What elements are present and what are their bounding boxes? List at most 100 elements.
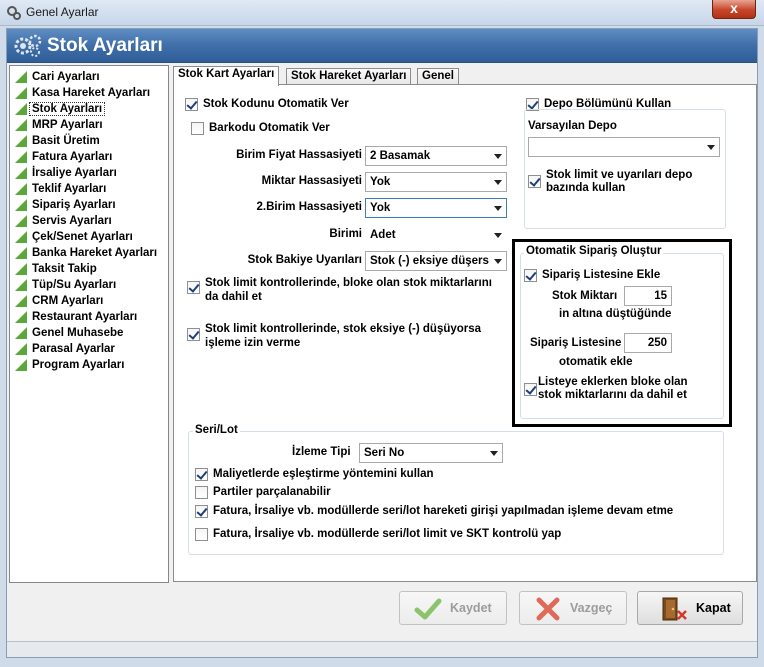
sidebar-item-parasal[interactable]: Parasal Ayarlar xyxy=(10,341,168,357)
split-batches-label: Partiler parçalanabilir xyxy=(213,486,331,498)
sidebar-item-restaurant[interactable]: Restaurant Ayarları xyxy=(10,309,168,325)
tab-stok-hareket[interactable]: Stok Hareket Ayarları xyxy=(286,68,412,85)
save-button[interactable]: Kaydet xyxy=(399,591,507,625)
chevron-down-icon xyxy=(494,259,502,264)
triangle-icon xyxy=(15,311,27,323)
auto-code-label: Stok Kodunu Otomatik Ver xyxy=(203,98,349,110)
auto-barcode-checkbox[interactable] xyxy=(191,122,204,135)
gears-app-icon xyxy=(7,6,21,20)
allow-negative-label: Stok limit kontrollerinde, stok eksiye (… xyxy=(205,323,482,349)
order-include-blocked-label: Listeye eklerken bloke olan stok miktarl… xyxy=(538,376,688,401)
sidebar-item-taksit-takip[interactable]: Taksit Takip xyxy=(10,261,168,277)
tab-genel[interactable]: Genel xyxy=(417,68,459,85)
triangle-icon xyxy=(15,247,27,259)
continue-without-entry-label: Fatura, İrsaliye vb. modüllerde seri/lot… xyxy=(213,505,674,517)
triangle-icon xyxy=(15,327,27,339)
sidebar-item-cari[interactable]: Cari Ayarları xyxy=(10,69,168,85)
chevron-down-icon xyxy=(494,206,502,211)
triangle-icon xyxy=(15,263,27,275)
tab-stok-kart[interactable]: Stok Kart Ayarları xyxy=(173,66,280,86)
order-list-qty-input[interactable]: 250 xyxy=(624,333,672,353)
page-title: Stok Ayarları xyxy=(47,35,163,56)
triangle-icon xyxy=(15,279,27,291)
tab-panel-stok-kart: Stok Kodunu Otomatik Ver Barkodu Otomati… xyxy=(173,84,757,582)
triangle-icon xyxy=(15,87,27,99)
limit-skt-control-checkbox[interactable] xyxy=(195,528,208,541)
triangle-icon xyxy=(15,231,27,243)
sidebar-item-banka-hareket[interactable]: Banka Hareket Ayarları xyxy=(10,245,168,261)
stock-balance-warnings-select[interactable]: Stok (-) eksiye düşers xyxy=(365,251,507,271)
cancel-button[interactable]: Vazgeç xyxy=(519,591,627,625)
window-close-button[interactable]: x xyxy=(712,0,756,19)
sidebar-item-mrp[interactable]: MRP Ayarları xyxy=(10,117,168,133)
depot-based-limits-label: Stok limit ve uyarıları depo bazında kul… xyxy=(546,169,693,194)
continue-without-entry-checkbox[interactable] xyxy=(195,505,208,518)
sidebar-item-fatura[interactable]: Fatura Ayarları xyxy=(10,149,168,165)
triangle-icon xyxy=(15,167,27,179)
settings-category-list[interactable]: Cari Ayarları Kasa Hareket Ayarları Stok… xyxy=(9,65,169,583)
include-blocked-label: Stok limit kontrollerinde, bloke olan st… xyxy=(205,277,492,303)
sidebar-item-basit-uretim[interactable]: Basit Üretim xyxy=(10,133,168,149)
quantity-precision-label: Miktar Hassasiyeti xyxy=(261,175,362,187)
triangle-icon xyxy=(15,343,27,355)
stock-qty-label: Stok Miktarı xyxy=(552,290,618,302)
tracking-type-label: İzleme Tipi xyxy=(292,446,351,458)
exit-door-icon xyxy=(662,597,687,621)
depot-based-limits-checkbox[interactable] xyxy=(528,175,541,188)
sidebar-item-kasa-hareket[interactable]: Kasa Hareket Ayarları xyxy=(10,85,168,101)
unit-select[interactable]: Adet xyxy=(365,225,507,245)
below-threshold-label: in altına düştüğünde xyxy=(559,308,672,320)
sidebar-item-servis[interactable]: Servis Ayarları xyxy=(10,213,168,229)
sidebar-item-crm[interactable]: CRM Ayarları xyxy=(10,293,168,309)
second-unit-precision-label: 2.Birim Hassasiyeti xyxy=(256,201,362,213)
quantity-precision-select[interactable]: Yok xyxy=(365,172,507,192)
order-include-blocked-checkbox[interactable] xyxy=(524,383,537,396)
auto-add-label: otomatik ekle xyxy=(559,356,633,368)
chevron-down-icon xyxy=(494,233,502,238)
auto-order-group-title: Otomatik Sipariş Oluştur xyxy=(524,245,664,257)
include-blocked-checkbox[interactable] xyxy=(187,281,200,294)
triangle-icon xyxy=(15,151,27,163)
sidebar-item-stok[interactable]: Stok Ayarları xyxy=(10,101,168,117)
dialog-client-area: Stok Ayarları Cari Ayarları Kasa Hareket… xyxy=(6,28,758,658)
second-unit-precision-select[interactable]: Yok xyxy=(365,198,507,218)
close-button[interactable]: Kapat xyxy=(637,591,743,625)
sidebar-item-irsaliye[interactable]: İrsaliye Ayarları xyxy=(10,165,168,181)
triangle-icon xyxy=(15,199,27,211)
order-list-label: Sipariş Listesine xyxy=(530,337,622,349)
sidebar-item-siparis[interactable]: Sipariş Ayarları xyxy=(10,197,168,213)
sidebar-item-tup-su[interactable]: Tüp/Su Ayarları xyxy=(10,277,168,293)
status-bar xyxy=(7,641,757,657)
default-depot-label: Varsayılan Depo xyxy=(528,120,617,132)
x-icon xyxy=(536,597,560,621)
allow-negative-checkbox[interactable] xyxy=(187,328,200,341)
cost-matching-checkbox[interactable] xyxy=(195,468,208,481)
unit-price-precision-select[interactable]: 2 Basamak xyxy=(365,146,507,166)
auto-barcode-label: Barkodu Otomatik Ver xyxy=(209,122,330,134)
chevron-down-icon xyxy=(490,451,498,456)
gears-icon xyxy=(14,34,42,57)
triangle-icon xyxy=(15,359,27,371)
tracking-type-select[interactable]: Seri No xyxy=(359,443,503,463)
chevron-down-icon xyxy=(707,145,715,150)
chevron-down-icon xyxy=(494,180,502,185)
split-batches-checkbox[interactable] xyxy=(195,486,208,499)
window-title: Genel Ayarlar xyxy=(26,5,99,19)
default-depot-select[interactable] xyxy=(528,137,720,157)
section-header: Stok Ayarları xyxy=(7,29,757,63)
unit-price-precision-label: Birim Fiyat Hassasiyeti xyxy=(236,149,362,161)
triangle-icon xyxy=(15,183,27,195)
triangle-icon xyxy=(15,103,27,115)
sidebar-item-cek-senet[interactable]: Çek/Senet Ayarları xyxy=(10,229,168,245)
auto-code-checkbox[interactable] xyxy=(185,98,198,111)
stock-qty-input[interactable]: 15 xyxy=(624,286,672,306)
stock-balance-warnings-label: Stok Bakiye Uyarıları xyxy=(247,254,362,266)
title-bar: Genel Ayarlar x xyxy=(0,0,764,26)
unit-label: Birimi xyxy=(329,228,362,240)
cost-matching-label: Maliyetlerde eşleştirme yöntemini kullan xyxy=(213,468,434,480)
sidebar-item-program[interactable]: Program Ayarları xyxy=(10,357,168,373)
add-to-order-list-checkbox[interactable] xyxy=(524,269,537,282)
sidebar-item-genel-muhasebe[interactable]: Genel Muhasebe xyxy=(10,325,168,341)
triangle-icon xyxy=(15,135,27,147)
sidebar-item-teklif[interactable]: Teklif Ayarları xyxy=(10,181,168,197)
